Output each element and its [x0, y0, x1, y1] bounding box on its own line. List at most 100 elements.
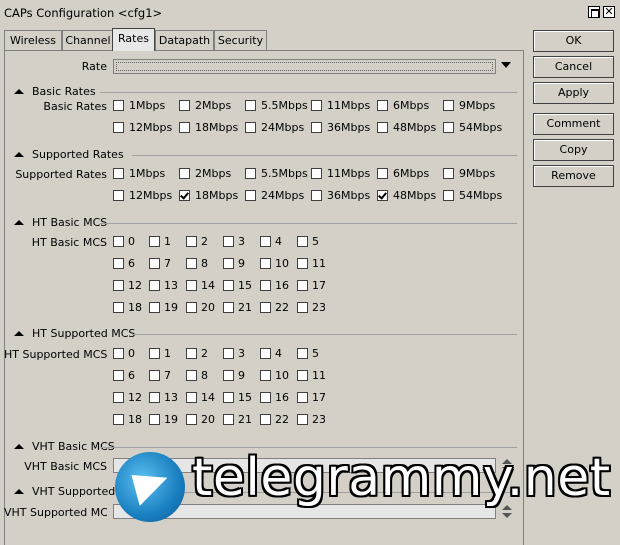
- rate-checkbox[interactable]: [113, 190, 124, 201]
- mcs-checkbox[interactable]: [113, 236, 124, 247]
- mcs-checkbox[interactable]: [186, 258, 197, 269]
- mcs-checkbox[interactable]: [186, 370, 197, 381]
- mcs-option-label: 19: [164, 301, 178, 314]
- rate-checkbox[interactable]: [311, 168, 322, 179]
- tab-datapath[interactable]: Datapath: [155, 30, 214, 50]
- mcs-checkbox[interactable]: [186, 392, 197, 403]
- apply-button[interactable]: Apply: [533, 82, 614, 104]
- rate-checkbox[interactable]: [311, 100, 322, 111]
- mcs-checkbox[interactable]: [113, 348, 124, 359]
- mcs-checkbox[interactable]: [260, 392, 271, 403]
- mcs-checkbox[interactable]: [149, 392, 160, 403]
- mcs-checkbox[interactable]: [149, 280, 160, 291]
- mcs-checkbox[interactable]: [149, 302, 160, 313]
- section-divider: [100, 92, 517, 93]
- rate-checkbox[interactable]: [443, 122, 454, 133]
- mcs-checkbox[interactable]: [149, 370, 160, 381]
- remove-button[interactable]: Remove: [533, 165, 614, 187]
- restore-icon[interactable]: [588, 6, 600, 18]
- mcs-checkbox[interactable]: [223, 392, 234, 403]
- mcs-checkbox[interactable]: [297, 302, 308, 313]
- mcs-checkbox[interactable]: [149, 258, 160, 269]
- rate-option-label: 18Mbps: [195, 189, 239, 202]
- mcs-checkbox[interactable]: [223, 302, 234, 313]
- mcs-checkbox[interactable]: [260, 348, 271, 359]
- mcs-checkbox[interactable]: [113, 414, 124, 425]
- mcs-checkbox[interactable]: [297, 414, 308, 425]
- mcs-checkbox[interactable]: [186, 414, 197, 425]
- mcs-checkbox[interactable]: [113, 392, 124, 403]
- copy-button[interactable]: Copy: [533, 139, 614, 161]
- mcs-option-label: 13: [164, 279, 178, 292]
- tab-rates[interactable]: Rates: [112, 28, 155, 51]
- mcs-checkbox[interactable]: [223, 370, 234, 381]
- rate-checkbox[interactable]: [377, 122, 388, 133]
- ok-button[interactable]: OK: [533, 30, 614, 52]
- rate-checkbox[interactable]: [443, 190, 454, 201]
- mcs-checkbox[interactable]: [186, 348, 197, 359]
- mcs-checkbox[interactable]: [260, 414, 271, 425]
- collapse-arrow-icon[interactable]: [14, 220, 24, 225]
- collapse-arrow-icon[interactable]: [14, 152, 24, 157]
- mcs-checkbox[interactable]: [260, 370, 271, 381]
- rate-checkbox[interactable]: [113, 100, 124, 111]
- mcs-checkbox[interactable]: [186, 236, 197, 247]
- mcs-checkbox[interactable]: [223, 236, 234, 247]
- mcs-checkbox[interactable]: [149, 348, 160, 359]
- rate-checkbox[interactable]: [245, 122, 256, 133]
- comment-button[interactable]: Comment: [533, 113, 614, 135]
- rate-option-label: 24Mbps: [261, 189, 305, 202]
- mcs-checkbox[interactable]: [223, 348, 234, 359]
- mcs-checkbox[interactable]: [260, 280, 271, 291]
- mcs-checkbox[interactable]: [297, 370, 308, 381]
- rate-select[interactable]: [113, 59, 496, 74]
- mcs-checkbox[interactable]: [297, 236, 308, 247]
- mcs-checkbox[interactable]: [149, 236, 160, 247]
- rate-checkbox[interactable]: [245, 100, 256, 111]
- mcs-checkbox[interactable]: [113, 370, 124, 381]
- mcs-checkbox[interactable]: [223, 258, 234, 269]
- rate-checkbox[interactable]: [113, 168, 124, 179]
- rate-checkbox[interactable]: [179, 122, 190, 133]
- rate-checkbox[interactable]: [179, 100, 190, 111]
- rate-checkbox[interactable]: [443, 100, 454, 111]
- mcs-checkbox[interactable]: [113, 302, 124, 313]
- collapse-arrow-icon[interactable]: [14, 89, 24, 94]
- collapse-arrow-icon[interactable]: [14, 489, 24, 494]
- mcs-checkbox[interactable]: [260, 236, 271, 247]
- rate-checkbox[interactable]: [179, 168, 190, 179]
- mcs-checkbox[interactable]: [260, 302, 271, 313]
- rate-checkbox[interactable]: [377, 190, 388, 201]
- rate-checkbox[interactable]: [245, 190, 256, 201]
- tab-channel[interactable]: Channel: [62, 30, 114, 50]
- mcs-checkbox[interactable]: [260, 258, 271, 269]
- tab-security[interactable]: Security: [214, 30, 267, 50]
- rate-checkbox[interactable]: [377, 168, 388, 179]
- chevron-down-icon[interactable]: [501, 62, 511, 68]
- rate-checkbox[interactable]: [377, 100, 388, 111]
- mcs-checkbox[interactable]: [297, 280, 308, 291]
- mcs-checkbox[interactable]: [113, 280, 124, 291]
- mcs-checkbox[interactable]: [297, 348, 308, 359]
- rate-option-label: 11Mbps: [327, 99, 371, 112]
- rate-checkbox[interactable]: [443, 168, 454, 179]
- mcs-checkbox[interactable]: [186, 302, 197, 313]
- mcs-option-label: 5: [312, 347, 319, 360]
- mcs-checkbox[interactable]: [297, 392, 308, 403]
- collapse-arrow-icon[interactable]: [14, 444, 24, 449]
- collapse-arrow-icon[interactable]: [14, 331, 24, 336]
- mcs-checkbox[interactable]: [297, 258, 308, 269]
- rate-checkbox[interactable]: [311, 190, 322, 201]
- mcs-checkbox[interactable]: [223, 414, 234, 425]
- mcs-checkbox[interactable]: [149, 414, 160, 425]
- rate-checkbox[interactable]: [245, 168, 256, 179]
- rate-checkbox[interactable]: [113, 122, 124, 133]
- tab-wireless[interactable]: Wireless: [4, 30, 62, 50]
- mcs-checkbox[interactable]: [186, 280, 197, 291]
- close-icon[interactable]: ✕: [603, 6, 615, 18]
- cancel-button[interactable]: Cancel: [533, 56, 614, 78]
- mcs-checkbox[interactable]: [113, 258, 124, 269]
- rate-checkbox[interactable]: [311, 122, 322, 133]
- mcs-checkbox[interactable]: [223, 280, 234, 291]
- rate-checkbox[interactable]: [179, 190, 190, 201]
